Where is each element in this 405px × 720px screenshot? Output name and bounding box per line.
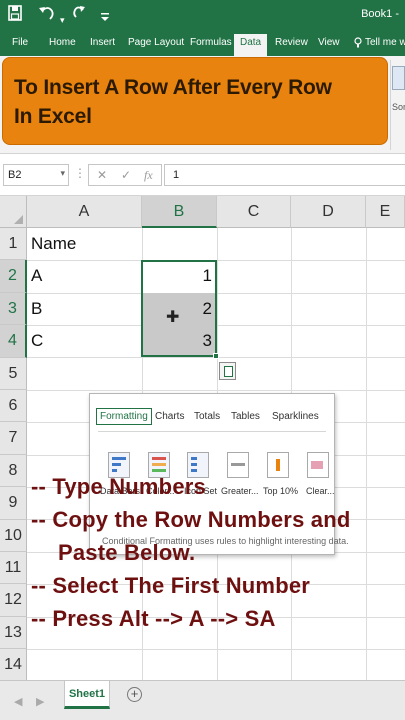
quick-analysis-button[interactable] xyxy=(219,362,236,380)
instruction-line-4: -- Select The First Number xyxy=(31,573,311,598)
tab-insert[interactable]: Insert xyxy=(90,37,115,48)
row-header-3[interactable]: 3 xyxy=(0,292,27,326)
column-header-a[interactable]: A xyxy=(27,196,142,228)
cancel-icon[interactable]: ✕ xyxy=(97,168,107,182)
qa-tab-tables[interactable]: Tables xyxy=(231,411,260,422)
qa-option-greater[interactable]: Greater... xyxy=(221,486,259,496)
title-bar: ▾ Book1 - xyxy=(0,0,405,32)
tab-data[interactable]: Data xyxy=(234,34,268,56)
fill-handle[interactable] xyxy=(213,353,219,359)
qa-tab-sparklines[interactable]: Sparklines xyxy=(272,411,319,422)
row-header-6[interactable]: 6 xyxy=(0,390,27,423)
row-header-4[interactable]: 4 xyxy=(0,325,27,358)
name-box[interactable]: B2 ▾ xyxy=(3,164,69,186)
name-box-value: B2 xyxy=(8,169,22,181)
instruction-line-1: -- Type Numbers xyxy=(31,474,206,499)
row-header-9[interactable]: 9 xyxy=(0,487,27,520)
cell-a2[interactable]: A xyxy=(31,260,42,292)
cell-a3[interactable]: B xyxy=(31,293,42,325)
cell-a4[interactable]: C xyxy=(31,325,43,357)
tab-home[interactable]: Home xyxy=(49,37,76,48)
formula-input[interactable]: 1 xyxy=(164,164,405,186)
tab-view[interactable]: View xyxy=(318,37,340,48)
qa-tab-charts[interactable]: Charts xyxy=(155,411,184,422)
undo-dropdown-icon[interactable]: ▾ xyxy=(60,10,65,30)
grid-line xyxy=(366,228,367,680)
excel-window: ▾ Book1 - File Home Insert Page Layout F… xyxy=(0,0,405,720)
grid-line xyxy=(27,649,405,650)
qa-tab-totals[interactable]: Totals xyxy=(194,411,220,422)
tab-review[interactable]: Review xyxy=(275,37,308,48)
redo-icon[interactable] xyxy=(72,5,86,25)
row-header-12[interactable]: 12 xyxy=(0,584,27,617)
row-header-14[interactable]: 14 xyxy=(0,649,27,682)
tab-formulas[interactable]: Formulas xyxy=(190,37,232,48)
top-ten-icon[interactable] xyxy=(267,452,289,478)
qa-option-clear[interactable]: Clear... xyxy=(306,486,335,496)
tab-page-layout[interactable]: Page Layout xyxy=(128,37,184,48)
column-header-d[interactable]: D xyxy=(291,196,366,228)
qa-option-top-ten[interactable]: Top 10% xyxy=(263,486,298,496)
save-icon[interactable] xyxy=(8,5,22,27)
row-header-5[interactable]: 5 xyxy=(0,357,27,390)
name-box-dropdown-icon[interactable]: ▾ xyxy=(60,168,65,179)
qa-tab-formatting[interactable]: Formatting xyxy=(96,408,152,425)
clear-format-icon[interactable] xyxy=(307,452,329,478)
workbook-name: Book1 - xyxy=(361,8,399,20)
banner-line-2: In Excel xyxy=(14,105,92,128)
cell-a1[interactable]: Name xyxy=(31,228,76,260)
formula-buttons: ✕ ✓ fx xyxy=(88,164,162,186)
greater-than-icon[interactable] xyxy=(227,452,249,478)
formula-bar: B2 ▾ ⋮ ✕ ✓ fx 1 xyxy=(0,154,405,196)
next-sheet-icon[interactable]: ▶ xyxy=(36,695,44,708)
row-header-11[interactable]: 11 xyxy=(0,552,27,585)
row-header-2[interactable]: 2 xyxy=(0,260,27,293)
column-header-c[interactable]: C xyxy=(217,196,291,228)
tell-me-icon[interactable] xyxy=(354,37,362,51)
row-header-8[interactable]: 8 xyxy=(0,454,27,488)
insert-function-icon[interactable]: fx xyxy=(144,168,153,183)
enter-icon[interactable]: ✓ xyxy=(121,168,131,182)
banner-line-1: To Insert A Row After Every Row xyxy=(14,76,332,99)
instruction-line-5: -- Press Alt --> A --> SA xyxy=(31,606,276,631)
sheet-tab-bar: ◀ ▶ Sheet1 + xyxy=(0,680,405,720)
row-header-1[interactable]: 1 xyxy=(0,228,27,261)
instruction-line-2: -- Copy the Row Numbers and xyxy=(31,507,351,532)
undo-icon[interactable] xyxy=(38,5,56,27)
title-banner: To Insert A Row After Every Row In Excel xyxy=(2,57,388,145)
prev-sheet-icon[interactable]: ◀ xyxy=(14,695,22,708)
qa-divider xyxy=(98,431,326,432)
instruction-line-3: Paste Below. xyxy=(58,540,196,565)
tab-tell-me[interactable]: Tell me wh xyxy=(365,37,405,48)
sort-label: Sor xyxy=(392,102,405,112)
formula-bar-grip-icon[interactable]: ⋮ xyxy=(74,166,86,180)
ribbon-sort-group: Sor xyxy=(390,60,405,150)
column-header-e[interactable]: E xyxy=(366,196,405,228)
row-header-7[interactable]: 7 xyxy=(0,422,27,455)
ribbon-tabs: File Home Insert Page Layout Formulas Da… xyxy=(0,32,405,56)
tab-file[interactable]: File xyxy=(12,37,28,48)
grid-line xyxy=(27,390,405,391)
sheet-tab-sheet1[interactable]: Sheet1 xyxy=(64,681,110,709)
select-all-button[interactable] xyxy=(0,196,27,228)
cell-cursor-icon: ✚ xyxy=(166,309,180,326)
row-header-13[interactable]: 13 xyxy=(0,616,27,650)
row-header-10[interactable]: 10 xyxy=(0,519,27,552)
add-sheet-icon[interactable]: + xyxy=(127,687,142,702)
customize-toolbar-icon[interactable] xyxy=(100,8,110,28)
column-header-b[interactable]: B xyxy=(142,196,217,228)
sort-icon[interactable] xyxy=(392,66,405,90)
